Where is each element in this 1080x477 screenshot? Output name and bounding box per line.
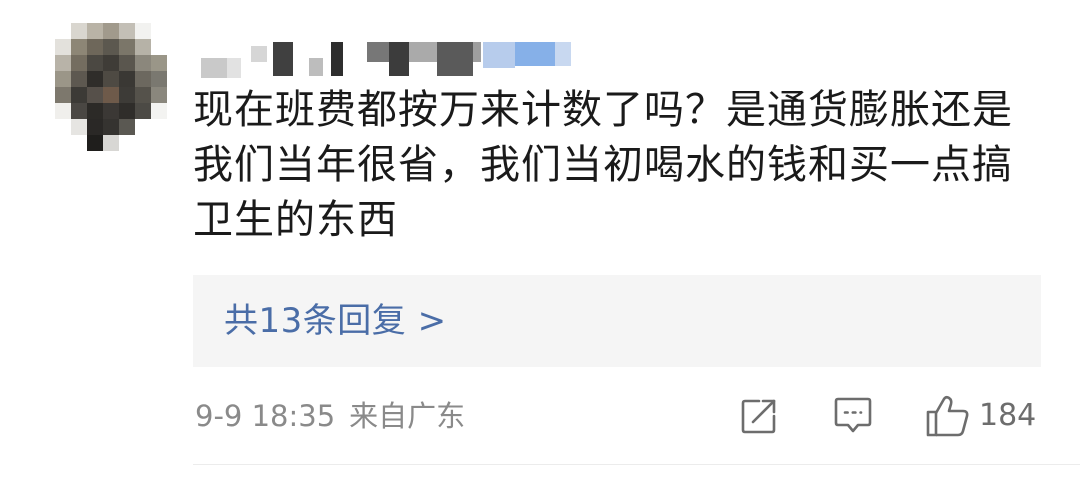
comment-timestamp: 9-9 18:35	[195, 399, 336, 433]
comment-item: 现在班费都按万来计数了吗？是通货膨胀还是我们当年很省，我们当初喝水的钱和买一点搞…	[0, 0, 1080, 477]
replies-panel[interactable]: 共13条回复 >	[193, 275, 1041, 367]
comment-icon	[834, 397, 872, 433]
comment-location: 来自广东	[349, 399, 466, 433]
divider	[193, 464, 1080, 465]
share-icon	[741, 399, 776, 434]
share-button[interactable]	[739, 393, 779, 439]
like-count: 184	[979, 398, 1037, 433]
avatar[interactable]	[55, 23, 167, 153]
view-replies-link[interactable]: 共13条回复 >	[224, 297, 447, 345]
comment-meta: 9-9 18:35 来自广东	[195, 395, 465, 437]
reply-button[interactable]	[833, 393, 873, 439]
comment-text: 现在班费都按万来计数了吗？是通货膨胀还是我们当年很省，我们当初喝水的钱和买一点搞…	[193, 87, 1013, 243]
thumbs-up-icon	[926, 395, 969, 437]
like-button[interactable]: 184	[925, 393, 1036, 439]
